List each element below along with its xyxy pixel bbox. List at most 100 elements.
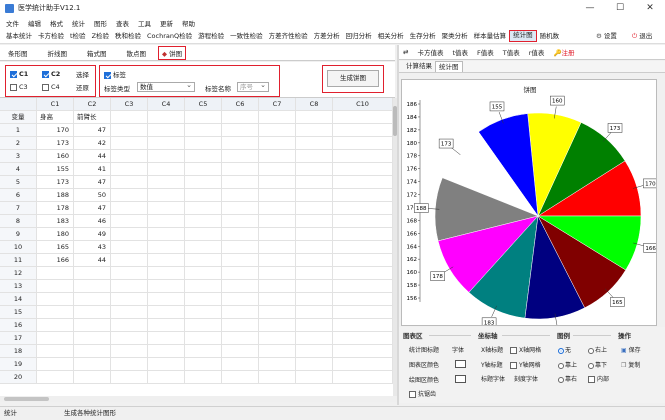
table-cell[interactable]	[259, 150, 296, 163]
col-header-c6[interactable]: C6	[222, 98, 259, 111]
col-header-c8[interactable]: C8	[296, 98, 333, 111]
table-cell[interactable]	[111, 137, 148, 150]
y-grid-checkbox[interactable]: Y轴网格	[510, 360, 541, 369]
x-axis-title-setting[interactable]: X轴标题	[481, 345, 503, 354]
col-header-c5[interactable]: C5	[185, 98, 222, 111]
table-cell[interactable]	[185, 345, 222, 358]
table-cell[interactable]	[111, 150, 148, 163]
table-cell[interactable]	[148, 228, 185, 241]
table-cell[interactable]	[333, 202, 393, 215]
table-cell[interactable]: 43	[74, 241, 111, 254]
table-cell[interactable]	[37, 371, 74, 384]
table-cell[interactable]: 47	[74, 202, 111, 215]
table-cell[interactable]	[259, 176, 296, 189]
table-cell[interactable]	[259, 293, 296, 306]
table-cell[interactable]	[111, 267, 148, 280]
table-cell[interactable]	[111, 111, 148, 124]
column-c4-checkbox[interactable]: C4	[42, 83, 60, 91]
title-font-setting[interactable]: 标题字体	[481, 374, 505, 383]
chart-bg-color-swatch[interactable]	[455, 360, 466, 368]
table-cell[interactable]	[222, 189, 259, 202]
swap-icon[interactable]: ⇄	[403, 48, 408, 56]
table-cell[interactable]	[111, 163, 148, 176]
table-cell[interactable]	[37, 345, 74, 358]
table-cell[interactable]	[333, 306, 393, 319]
col-header-c2[interactable]: C2	[74, 98, 111, 111]
table-cell[interactable]	[222, 163, 259, 176]
table-cell[interactable]	[222, 332, 259, 345]
table-cell[interactable]: 47	[74, 124, 111, 137]
table-cell[interactable]	[296, 137, 333, 150]
table-cell[interactable]	[222, 293, 259, 306]
table-cell[interactable]	[222, 228, 259, 241]
table-cell[interactable]	[259, 267, 296, 280]
table-cell[interactable]	[148, 189, 185, 202]
table-cell[interactable]	[37, 293, 74, 306]
table-cell[interactable]	[333, 345, 393, 358]
table-cell[interactable]	[333, 111, 393, 124]
table-cell[interactable]	[222, 124, 259, 137]
toolbar-sample-size[interactable]: 样本量估算	[471, 30, 510, 42]
table-cell[interactable]	[111, 254, 148, 267]
tab-line-chart[interactable]: 折线图	[48, 48, 68, 58]
table-cell[interactable]	[222, 254, 259, 267]
table-cell[interactable]: 49	[74, 228, 111, 241]
table-cell[interactable]	[222, 306, 259, 319]
plot-bg-color-swatch[interactable]	[455, 375, 466, 383]
table-cell[interactable]	[148, 241, 185, 254]
table-cell[interactable]: 160	[37, 150, 74, 163]
table-cell[interactable]	[111, 215, 148, 228]
table-cell[interactable]	[148, 111, 185, 124]
table-cell[interactable]	[296, 111, 333, 124]
table-cell[interactable]	[333, 189, 393, 202]
table-cell[interactable]	[185, 176, 222, 189]
table-cell[interactable]	[74, 319, 111, 332]
toolbar-basic-stats[interactable]: 基本统计	[3, 30, 35, 42]
col-header-c4[interactable]: C4	[148, 98, 185, 111]
tick-font-setting[interactable]: 刻度字体	[514, 374, 538, 383]
table-cell[interactable]	[259, 241, 296, 254]
legend-inner-checkbox[interactable]: 内部	[588, 374, 609, 383]
table-cell[interactable]	[148, 124, 185, 137]
table-cell[interactable]	[37, 358, 74, 371]
table-cell[interactable]	[148, 306, 185, 319]
table-cell[interactable]: 180	[37, 228, 74, 241]
exit-button[interactable]: ⏻ 退出	[632, 29, 652, 44]
table-cell[interactable]	[259, 137, 296, 150]
table-cell[interactable]	[259, 202, 296, 215]
tab-scatter-plot[interactable]: 散点图	[127, 48, 147, 58]
table-cell[interactable]	[296, 228, 333, 241]
table-cell[interactable]	[111, 241, 148, 254]
table-cell[interactable]	[148, 202, 185, 215]
toolbar-random-number[interactable]: 随机数	[537, 30, 563, 42]
table-cell[interactable]	[259, 215, 296, 228]
table-cell[interactable]	[222, 358, 259, 371]
toolbar-statistical-chart[interactable]: 统计图	[509, 30, 537, 42]
table-cell[interactable]	[259, 163, 296, 176]
table-cell[interactable]	[296, 358, 333, 371]
table-cell[interactable]	[74, 332, 111, 345]
label-checkbox[interactable]: 标签	[104, 69, 126, 79]
table-cell[interactable]	[222, 371, 259, 384]
tab-box-plot[interactable]: 箱式图	[87, 48, 107, 58]
table-cell[interactable]	[222, 319, 259, 332]
table-cell[interactable]	[333, 176, 393, 189]
table-cell[interactable]	[259, 371, 296, 384]
legend-right-radio[interactable]: 靠右	[558, 374, 577, 383]
table-cell[interactable]	[111, 176, 148, 189]
table-cell[interactable]	[333, 267, 393, 280]
table-cell[interactable]	[185, 137, 222, 150]
menu-help[interactable]: 帮助	[182, 18, 195, 28]
toolbar-regression[interactable]: 回归分析	[343, 30, 375, 42]
table-cell[interactable]: 46	[74, 215, 111, 228]
table-cell[interactable]	[296, 241, 333, 254]
select-button[interactable]: 选择	[76, 69, 89, 79]
table-cell[interactable]: 155	[37, 163, 74, 176]
table-cell[interactable]: 41	[74, 163, 111, 176]
column-c3-checkbox[interactable]: C3	[10, 83, 28, 91]
table-cell[interactable]: 173	[37, 176, 74, 189]
table-cell[interactable]	[222, 176, 259, 189]
table-cell[interactable]: 166	[37, 254, 74, 267]
y-axis-title-setting[interactable]: Y轴标题	[481, 360, 503, 369]
tab-results[interactable]: 计算结果	[403, 61, 435, 72]
